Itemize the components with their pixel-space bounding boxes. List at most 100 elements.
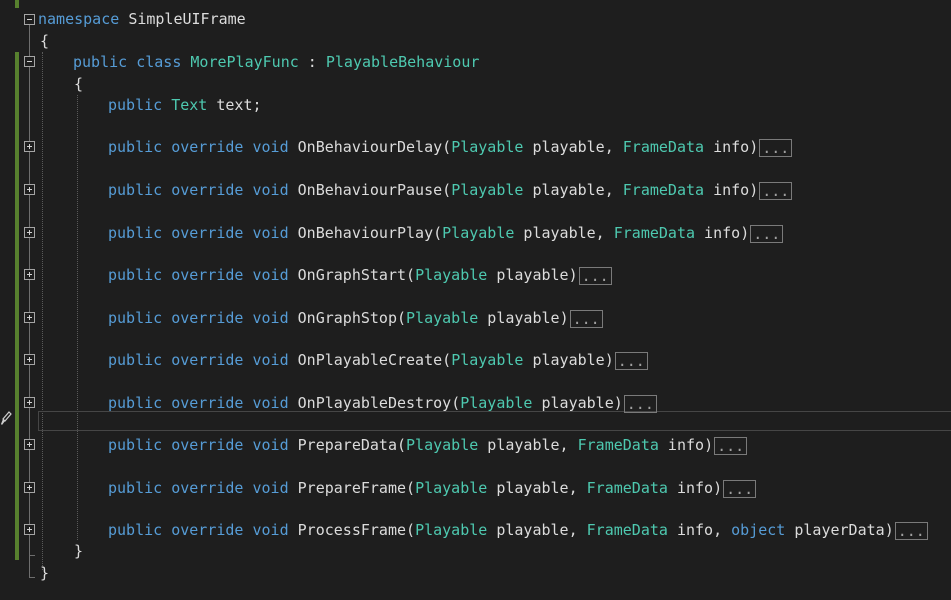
expand-icon[interactable] bbox=[24, 354, 35, 365]
base-type: PlayableBehaviour bbox=[325, 53, 480, 71]
expand-icon[interactable] bbox=[24, 227, 35, 238]
param-type: FrameData bbox=[622, 181, 705, 199]
collapse-icon[interactable] bbox=[24, 56, 35, 67]
method-name: OnPlayableDestroy bbox=[297, 394, 452, 412]
collapsed-block-button[interactable]: ... bbox=[614, 351, 648, 370]
code-line-method[interactable]: public override void ProcessFrame(Playab… bbox=[108, 520, 928, 540]
expand-icon[interactable] bbox=[24, 312, 35, 323]
method-name: OnBehaviourDelay bbox=[297, 138, 443, 156]
code-line-method[interactable]: public override void OnBehaviourPlay(Pla… bbox=[108, 223, 784, 243]
collapsed-block-button[interactable]: ... bbox=[569, 309, 603, 328]
keyword: void bbox=[252, 479, 289, 497]
keyword: override bbox=[171, 351, 244, 369]
param-name: info, bbox=[667, 521, 732, 539]
keyword: override bbox=[171, 138, 244, 156]
code-line-method[interactable]: public override void OnBehaviourDelay(Pl… bbox=[108, 137, 793, 157]
open-brace: { bbox=[74, 75, 84, 93]
code-line-method[interactable]: public override void OnGraphStop(Playabl… bbox=[108, 308, 603, 328]
code-line-method[interactable]: public override void OnPlayableDestroy(P… bbox=[108, 393, 657, 413]
expand-icon[interactable] bbox=[24, 439, 35, 450]
param-type: Playable bbox=[415, 266, 488, 284]
collapsed-block-button[interactable]: ... bbox=[578, 266, 612, 285]
indent-guide bbox=[77, 95, 78, 540]
method-name: ProcessFrame bbox=[297, 521, 407, 539]
keyword: override bbox=[171, 436, 244, 454]
expand-icon[interactable] bbox=[24, 269, 35, 280]
code-line-method[interactable]: public override void PrepareFrame(Playab… bbox=[108, 478, 757, 498]
keyword: override bbox=[171, 479, 244, 497]
method-name: OnGraphStop bbox=[297, 309, 397, 327]
param-type: Playable bbox=[442, 224, 515, 242]
keyword: void bbox=[252, 521, 289, 539]
param-name: playable, bbox=[514, 224, 614, 242]
keyword: public bbox=[108, 96, 163, 114]
close-paren: ) bbox=[749, 181, 759, 199]
outline-guide bbox=[29, 25, 30, 578]
keyword: class bbox=[136, 53, 182, 71]
collapsed-block-button[interactable]: ... bbox=[894, 521, 928, 540]
method-name: PrepareData bbox=[297, 436, 397, 454]
keyword: override bbox=[171, 521, 244, 539]
param-type: Playable bbox=[406, 436, 479, 454]
close-paren: ) bbox=[704, 436, 714, 454]
code-line-namespace[interactable]: namespace SimpleUIFrame bbox=[38, 9, 246, 29]
param-name: playable, bbox=[478, 436, 578, 454]
param-type: Playable bbox=[451, 138, 524, 156]
code-line-method[interactable]: public override void OnGraphStart(Playab… bbox=[108, 265, 612, 285]
collapsed-block-button[interactable]: ... bbox=[714, 436, 748, 455]
code-line-brace[interactable]: { bbox=[40, 31, 49, 51]
code-line-method[interactable]: public override void PrepareData(Playabl… bbox=[108, 435, 748, 455]
keyword: public bbox=[108, 138, 163, 156]
collapse-icon[interactable] bbox=[24, 14, 35, 25]
expand-icon[interactable] bbox=[24, 184, 35, 195]
close-paren: ) bbox=[740, 224, 750, 242]
collapsed-block-button[interactable]: ... bbox=[750, 224, 784, 243]
code-editor[interactable]: namespace SimpleUIFrame { public class M… bbox=[0, 0, 951, 600]
change-bar bbox=[15, 0, 19, 8]
class-name: MorePlayFunc bbox=[190, 53, 299, 71]
param-name: playerData bbox=[785, 521, 885, 539]
param-name: playable bbox=[487, 266, 569, 284]
param-name: playable, bbox=[487, 521, 587, 539]
param-name: playable, bbox=[487, 479, 587, 497]
keyword: public bbox=[108, 351, 163, 369]
close-paren: ) bbox=[604, 351, 614, 369]
param-name: info bbox=[695, 224, 741, 242]
current-line-highlight bbox=[38, 411, 951, 431]
expand-icon[interactable] bbox=[24, 397, 35, 408]
collapsed-block-button[interactable]: ... bbox=[723, 479, 757, 498]
param-type: FrameData bbox=[613, 224, 696, 242]
param-name: info bbox=[658, 436, 705, 454]
collapsed-block-button[interactable]: ... bbox=[759, 138, 793, 157]
close-paren: ) bbox=[559, 309, 569, 327]
keyword: public bbox=[108, 479, 163, 497]
param-name: info bbox=[667, 479, 714, 497]
collapsed-block-button[interactable]: ... bbox=[623, 394, 657, 413]
close-paren: ) bbox=[713, 479, 723, 497]
collapsed-block-button[interactable]: ... bbox=[759, 181, 793, 200]
param-name: playable, bbox=[523, 181, 623, 199]
code-line-method[interactable]: public override void OnBehaviourPause(Pl… bbox=[108, 180, 793, 200]
param-name: playable bbox=[523, 351, 605, 369]
expand-icon[interactable] bbox=[24, 482, 35, 493]
keyword: override bbox=[171, 266, 244, 284]
code-line-field[interactable]: public Text text; bbox=[108, 95, 262, 115]
keyword: public bbox=[73, 53, 128, 71]
code-line-class[interactable]: public class MorePlayFunc : PlayableBeha… bbox=[73, 52, 479, 72]
expand-icon[interactable] bbox=[24, 141, 35, 152]
param-name: playable bbox=[532, 394, 614, 412]
keyword: public bbox=[108, 181, 163, 199]
keyword: public bbox=[108, 394, 163, 412]
code-line-brace[interactable]: } bbox=[74, 541, 83, 561]
keyword: void bbox=[252, 436, 289, 454]
code-line-brace[interactable]: } bbox=[40, 563, 49, 583]
code-line-method[interactable]: public override void OnPlayableCreate(Pl… bbox=[108, 350, 648, 370]
param-type: FrameData bbox=[577, 436, 659, 454]
keyword: void bbox=[252, 266, 289, 284]
param-type: FrameData bbox=[622, 138, 705, 156]
indent-guide bbox=[42, 52, 43, 570]
keyword: void bbox=[252, 394, 289, 412]
keyword: public bbox=[108, 224, 163, 242]
expand-icon[interactable] bbox=[24, 524, 35, 535]
code-line-brace[interactable]: { bbox=[74, 74, 83, 94]
